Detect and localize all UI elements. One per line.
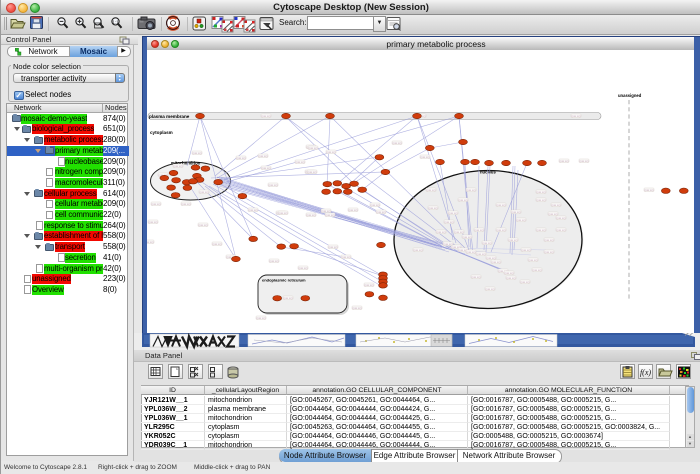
svg-text:(xxx xx): (xxx xx) xyxy=(149,220,158,224)
svg-text:(xxx xx): (xxx xx) xyxy=(322,209,331,213)
svg-text:nucleus: nucleus xyxy=(480,170,496,175)
svg-text:(xxx xx): (xxx xx) xyxy=(475,228,484,232)
svg-text:(xxx xx): (xxx xx) xyxy=(152,202,161,206)
svg-text:(xxx xx): (xxx xx) xyxy=(262,166,271,170)
svg-text:(xxx xx): (xxx xx) xyxy=(509,238,518,242)
svg-text:(xxx xx): (xxx xx) xyxy=(477,252,486,256)
svg-text:(xxx xx): (xxx xx) xyxy=(349,208,358,212)
svg-text:(xxx xx): (xxx xx) xyxy=(393,141,402,145)
svg-text:(xxx xx): (xxx xx) xyxy=(517,218,526,222)
svg-text:(xxx xx): (xxx xx) xyxy=(545,250,554,254)
svg-text:(xxx xx): (xxx xx) xyxy=(182,202,191,206)
svg-text:(xxx xx): (xxx xx) xyxy=(449,211,458,215)
svg-text:(xxx xx): (xxx xx) xyxy=(537,198,546,202)
svg-text:(xxx xx): (xxx xx) xyxy=(199,223,208,227)
svg-text:(xxx xx): (xxx xx) xyxy=(213,242,222,246)
svg-text:cytoplasm: cytoplasm xyxy=(150,130,173,135)
svg-text:(xxx xx): (xxx xx) xyxy=(237,156,246,160)
svg-text:(xxx xx): (xxx xx) xyxy=(522,248,531,252)
svg-text:(xxx xx): (xxx xx) xyxy=(342,255,351,259)
svg-text:1:1: 1:1 xyxy=(112,19,119,24)
svg-text:(xxx xx): (xxx xx) xyxy=(512,210,521,214)
svg-text:(xxx xx): (xxx xx) xyxy=(327,150,336,154)
svg-text:(xxx xx): (xxx xx) xyxy=(371,203,380,207)
svg-text:f(x): f(x) xyxy=(640,368,651,377)
svg-text:(xxx xx): (xxx xx) xyxy=(645,188,654,192)
svg-text:(xxx xx): (xxx xx) xyxy=(549,212,558,216)
svg-text:(xxx xx): (xxx xx) xyxy=(270,259,279,263)
svg-text:(xxx xx): (xxx xx) xyxy=(353,306,362,310)
svg-text:(xxx xx): (xxx xx) xyxy=(445,220,454,224)
svg-text:(xxx xx): (xxx xx) xyxy=(459,198,468,202)
svg-text:(xxx xx): (xxx xx) xyxy=(326,213,335,217)
svg-text:(xxx xx): (xxx xx) xyxy=(557,228,566,232)
svg-text:(xxx xx): (xxx xx) xyxy=(507,276,516,280)
svg-text:(xxx xx): (xxx xx) xyxy=(329,245,338,249)
svg-text:(xxx xx): (xxx xx) xyxy=(533,268,542,272)
svg-text:(xxx xx): (xxx xx) xyxy=(309,146,318,150)
svg-text:(xxx xx): (xxx xx) xyxy=(284,296,293,300)
svg-text:(xxx xx): (xxx xx) xyxy=(557,216,566,220)
svg-text:unassigned: unassigned xyxy=(618,93,642,98)
svg-text:(xxx xx): (xxx xx) xyxy=(455,230,464,234)
svg-text:(xxx xx): (xxx xx) xyxy=(497,228,506,232)
svg-text:(xxx xx): (xxx xx) xyxy=(269,183,278,187)
svg-text:(xxx xx): (xxx xx) xyxy=(437,230,446,234)
svg-text:(xxx xx): (xxx xx) xyxy=(262,114,271,118)
svg-text:(xxx xx): (xxx xx) xyxy=(545,238,554,242)
svg-text:(xxx xx): (xxx xx) xyxy=(560,159,569,163)
svg-text:(xxx xx): (xxx xx) xyxy=(249,208,258,212)
svg-text:(xxx xx): (xxx xx) xyxy=(299,266,308,270)
svg-text:(xxx xx): (xxx xx) xyxy=(174,164,183,168)
svg-text:(xxx xx): (xxx xx) xyxy=(421,155,430,159)
svg-text:(xxx xx): (xxx xx) xyxy=(552,203,561,207)
svg-text:plasma membrane: plasma membrane xyxy=(149,114,190,119)
svg-text:(xxx xx): (xxx xx) xyxy=(147,240,154,244)
svg-text:(xxx xx): (xxx xx) xyxy=(505,271,514,275)
svg-text:(xxx xx): (xxx xx) xyxy=(377,210,386,214)
svg-text:endoplasmic reticulum: endoplasmic reticulum xyxy=(262,278,306,283)
svg-text:(xxx xx): (xxx xx) xyxy=(580,159,589,163)
svg-text:(xxx xx): (xxx xx) xyxy=(463,235,472,239)
svg-text:(xxx xx): (xxx xx) xyxy=(427,188,436,192)
svg-text:(xxx xx): (xxx xx) xyxy=(483,241,492,245)
svg-text:(xxx xx): (xxx xx) xyxy=(200,190,209,194)
svg-text:(xxx xx): (xxx xx) xyxy=(486,287,495,291)
svg-text:(xxx xx): (xxx xx) xyxy=(414,248,423,252)
svg-text:(xxx xx): (xxx xx) xyxy=(259,154,268,158)
svg-text:(xxx xx): (xxx xx) xyxy=(487,256,496,260)
svg-text:(xxx xx): (xxx xx) xyxy=(444,242,453,246)
svg-text:(xxx xx): (xxx xx) xyxy=(529,258,538,262)
svg-text:(xxx xx): (xxx xx) xyxy=(429,206,438,210)
svg-text:(xxx xx): (xxx xx) xyxy=(193,151,202,155)
svg-text:(xxx xx): (xxx xx) xyxy=(467,250,476,254)
svg-text:(xxx xx): (xxx xx) xyxy=(537,228,546,232)
svg-text:(xxx xx): (xxx xx) xyxy=(521,280,530,284)
svg-text:(xxx xx): (xxx xx) xyxy=(257,316,266,320)
svg-text:(xxx xx): (xxx xx) xyxy=(279,211,288,215)
svg-text:(xxx xx): (xxx xx) xyxy=(497,203,506,207)
svg-text:(xxx xx): (xxx xx) xyxy=(365,283,374,287)
svg-text:(xxx xx): (xxx xx) xyxy=(492,260,501,264)
svg-text:(xxx xx): (xxx xx) xyxy=(472,275,481,279)
svg-text:(xxx xx): (xxx xx) xyxy=(572,114,581,118)
svg-text:(xxx xx): (xxx xx) xyxy=(467,188,476,192)
svg-text:(xxx xx): (xxx xx) xyxy=(537,190,546,194)
svg-text:(xxx xx): (xxx xx) xyxy=(296,160,305,164)
svg-text:(xxx xx): (xxx xx) xyxy=(307,213,316,217)
svg-text:(xxx xx): (xxx xx) xyxy=(308,170,317,174)
